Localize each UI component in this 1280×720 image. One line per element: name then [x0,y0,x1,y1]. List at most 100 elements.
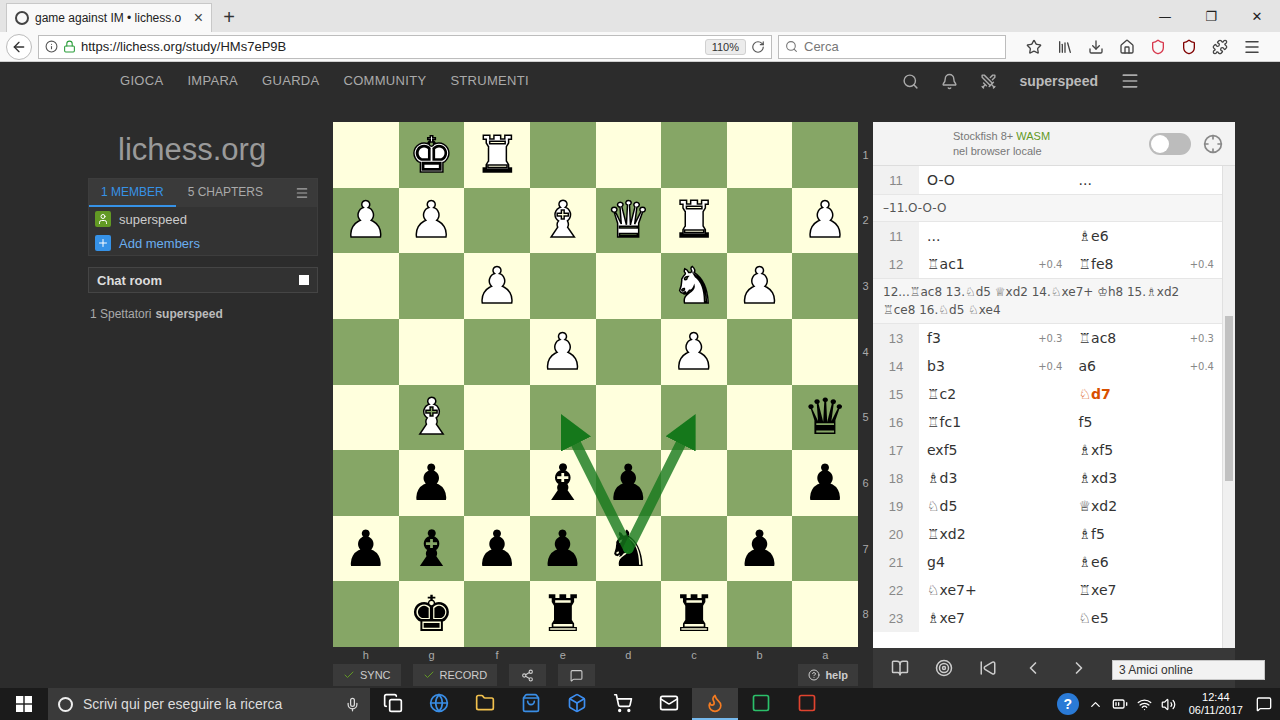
chess-piece[interactable]: ♟ [803,195,848,245]
move[interactable]: a6+0.4 [1071,352,1223,380]
clock[interactable]: 12:4406/11/2017 [1185,691,1247,717]
square[interactable] [399,319,465,385]
square[interactable] [792,319,858,385]
chess-piece[interactable]: ♟ [540,524,585,574]
square[interactable] [464,319,530,385]
move[interactable]: b3+0.4 [919,352,1071,380]
member-row[interactable]: superspeed [89,207,317,231]
square[interactable] [792,516,858,582]
move[interactable]: ♘xe7+ [919,576,1071,604]
engine-toggle[interactable] [1149,133,1191,155]
chess-piece[interactable]: ♟ [343,195,388,245]
square[interactable] [530,385,596,451]
square[interactable]: ♟ [596,450,662,516]
square[interactable] [333,253,399,319]
chess-piece[interactable]: ♛ [606,195,651,245]
chess-piece[interactable]: ♛ [803,392,848,442]
square[interactable] [661,516,727,582]
move[interactable]: ♗f5 [1071,520,1223,548]
chess-piece[interactable]: ♜ [540,589,585,639]
square[interactable]: ♟ [464,253,530,319]
tool-button[interactable]: RECORD [413,664,498,686]
move[interactable]: ♖xd2 [919,520,1071,548]
square[interactable]: ♝ [530,450,596,516]
square[interactable]: ♝ [399,516,465,582]
chess-piece[interactable]: ♟ [737,524,782,574]
square[interactable] [727,319,793,385]
windows-icon[interactable] [0,688,48,720]
taskbar-app[interactable] [370,688,416,720]
scrollbar[interactable] [1222,166,1235,648]
user-link[interactable]: superspeed [1019,73,1098,89]
square[interactable]: ♟ [333,516,399,582]
square[interactable] [464,385,530,451]
move[interactable]: ♗d3 [919,464,1071,492]
square[interactable] [464,450,530,516]
square[interactable] [333,450,399,516]
spectator-name[interactable]: superspeed [155,307,222,321]
url-field[interactable]: https://lichess.org/study/HMs7eP9B110% [38,35,772,59]
members-tab[interactable]: 5 CHAPTERS [176,179,275,207]
nav-item[interactable]: COMMUNITY [344,71,427,91]
move[interactable]: O-O [919,166,1071,194]
tab-close-button[interactable]: × [194,9,203,27]
square[interactable] [333,122,399,188]
taskbar-app[interactable] [554,688,600,720]
taskbar-search[interactable]: Scrivi qui per eseguire la ricerca [48,688,370,720]
move[interactable]: ♗xd3 [1071,464,1223,492]
chat-room[interactable]: Chat room [88,267,318,293]
square[interactable]: ♟ [464,516,530,582]
square[interactable] [792,122,858,188]
chess-piece[interactable]: ♝ [540,195,585,245]
square[interactable]: ♛ [596,188,662,254]
taskbar-app[interactable] [600,688,646,720]
move[interactable]: ♗xe7 [919,604,1071,632]
square[interactable] [596,385,662,451]
member-row[interactable]: Add members [89,231,317,255]
square[interactable] [661,385,727,451]
window-control[interactable]: — [1142,0,1188,32]
move[interactable]: ♖fc1 [919,408,1071,436]
square[interactable]: ♟ [792,188,858,254]
square[interactable] [727,385,793,451]
taskbar-app[interactable] [692,688,738,720]
move[interactable]: exf5 [919,436,1071,464]
window-control[interactable]: ✕ [1234,0,1280,32]
square[interactable]: ♞ [596,516,662,582]
chess-piece[interactable]: ♟ [540,327,585,377]
square[interactable] [792,253,858,319]
square[interactable] [399,253,465,319]
help-icon[interactable]: ? [1057,693,1079,715]
move[interactable]: ... [1071,166,1223,194]
square[interactable] [530,253,596,319]
nav-item[interactable]: IMPARA [187,71,238,91]
taskbar-app[interactable] [462,688,508,720]
square[interactable]: ♜ [661,581,727,647]
chess-piece[interactable]: ♚ [409,130,454,180]
move[interactable]: ♘e5 [1071,604,1223,632]
chess-piece[interactable]: ♟ [672,327,717,377]
square[interactable]: ♟ [727,253,793,319]
zoom-badge[interactable]: 110% [705,39,746,55]
variation[interactable]: 12...♖ac8 13.♘d5 ♕xd2 14.♘xe7+ ♔h8 15.♗x… [873,278,1222,324]
comment-button[interactable] [558,664,595,686]
chess-piece[interactable]: ♚ [409,589,454,639]
square[interactable] [596,253,662,319]
taskbar-app[interactable] [508,688,554,720]
nav-item[interactable]: GIOCA [120,71,163,91]
move[interactable]: ♘d5 [919,492,1071,520]
crosshair-icon[interactable] [1203,134,1223,154]
square[interactable]: ♟ [792,450,858,516]
square[interactable] [596,581,662,647]
move[interactable]: g4 [919,548,1071,576]
square[interactable] [464,581,530,647]
chess-piece[interactable]: ♟ [737,261,782,311]
back-button[interactable] [6,34,32,60]
browser-tab[interactable]: game against IM • lichess.o× [6,3,212,32]
chess-piece[interactable]: ♞ [606,524,651,574]
help-button[interactable]: help [798,664,858,686]
move[interactable]: ♖xe7 [1071,576,1223,604]
chess-piece[interactable]: ♜ [672,589,717,639]
chess-piece[interactable]: ♞ [672,261,717,311]
square[interactable]: ♟ [399,450,465,516]
